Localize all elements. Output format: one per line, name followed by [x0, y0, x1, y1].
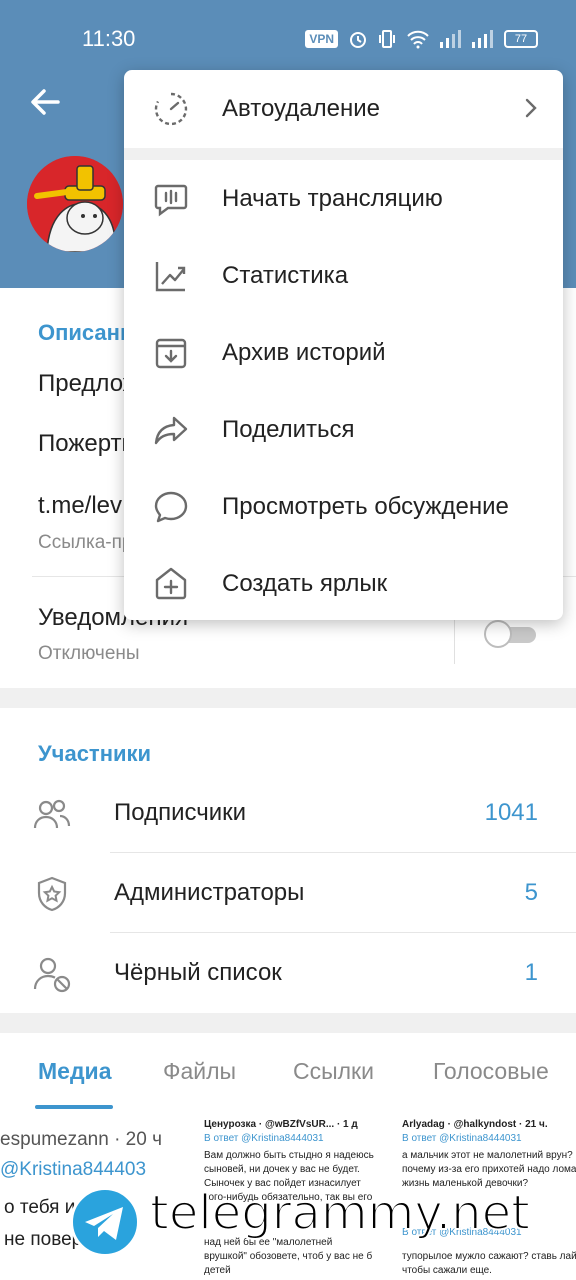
administrators-row[interactable]: Администраторы 5 [0, 852, 576, 932]
chevron-right-icon [525, 98, 537, 118]
thumb-text: В ответ @Kristina8444031 [402, 1133, 522, 1144]
stories-archive-icon [155, 338, 187, 369]
thumb-text: espumezann · 20 ч [0, 1129, 162, 1150]
menu-item-start-stream[interactable]: Начать трансляцию [124, 160, 563, 237]
blocked-user-icon [33, 957, 71, 993]
blacklist-label: Чёрный список [114, 959, 282, 986]
menu-item-label: Начать трансляцию [222, 185, 443, 212]
menu-item-label: Поделиться [222, 416, 355, 443]
blacklist-count: 1 [524, 959, 538, 986]
alarm-icon [350, 32, 366, 48]
thumb-text: о тебя и [4, 1197, 76, 1218]
menu-item-create-shortcut[interactable]: Создать ярлык [124, 545, 563, 620]
shortcut-icon [155, 567, 187, 600]
menu-item-statistics[interactable]: Статистика [124, 237, 563, 314]
notifications-value: Отключены [38, 643, 140, 664]
menu-item-share[interactable]: Поделиться [124, 391, 563, 468]
tab-files[interactable]: Файлы [163, 1058, 236, 1085]
discussion-icon [154, 491, 188, 523]
menu-item-label: Просмотреть обсуждение [222, 493, 509, 520]
thumb-text: детей [204, 1265, 231, 1276]
wifi-icon [407, 30, 429, 49]
menu-item-stories-archive[interactable]: Архив историй [124, 314, 563, 391]
channel-avatar[interactable] [27, 156, 123, 252]
thumb-text: Вам должно быть стыдно я надеюсь [204, 1150, 374, 1161]
share-icon [154, 416, 188, 445]
menu-item-label: Автоудаление [222, 95, 380, 122]
status-time: 11:30 [82, 26, 136, 51]
thumb-text: @Kristina844403 [0, 1159, 147, 1180]
menu-item-label: Архив историй [222, 339, 386, 366]
auto-delete-timer-icon [154, 92, 188, 126]
menu-item-label: Статистика [222, 262, 349, 289]
thumb-text: почему из-за его прихотей надо лома [402, 1164, 576, 1175]
channel-options-menu: Автоудаление Начать трансляцию Статистик… [124, 70, 563, 620]
back-arrow-icon[interactable] [28, 85, 62, 119]
administrators-count: 5 [524, 879, 538, 906]
tab-voice[interactable]: Голосовые [433, 1058, 549, 1085]
live-stream-icon [154, 184, 188, 217]
toggle-knob [484, 620, 512, 648]
vpn-badge: VPN [305, 30, 338, 48]
thumb-text: В ответ @Kristina8444031 [204, 1133, 324, 1144]
tab-media[interactable]: Медиа [38, 1058, 111, 1085]
thumb-text: Ценурозка · @wBZfVsUR... · 1 д [204, 1119, 358, 1130]
active-tab-indicator [35, 1105, 113, 1109]
people-icon [33, 799, 71, 829]
tab-links[interactable]: Ссылки [293, 1058, 374, 1085]
subscribers-row[interactable]: Подписчики 1041 [0, 772, 576, 852]
statistics-icon [155, 262, 186, 292]
avatar-image [27, 156, 123, 252]
notifications-toggle[interactable] [484, 620, 538, 648]
thumb-text: а мальчик этот не малолетний врун? [402, 1150, 573, 1161]
menu-separator [124, 148, 563, 160]
administrators-label: Администраторы [114, 879, 305, 906]
menu-item-view-discussion[interactable]: Просмотреть обсуждение [124, 468, 563, 545]
status-icons: VPN 77 [305, 28, 538, 50]
members-title: Участники [38, 741, 152, 766]
subscribers-count: 1041 [484, 799, 538, 826]
blacklist-row[interactable]: Чёрный список 1 [0, 932, 576, 1012]
invite-link[interactable]: t.me/lev [38, 492, 122, 520]
signal-icon-2 [472, 30, 493, 48]
telegram-logo-icon [70, 1187, 140, 1257]
subscribers-label: Подписчики [114, 799, 247, 826]
watermark-text: telegrammy.net [149, 1184, 531, 1242]
watermark: telegrammy.net [70, 1184, 570, 1265]
menu-item-label: Создать ярлык [222, 570, 388, 597]
status-bar: 11:30 VPN 77 [0, 0, 576, 78]
thumb-text: сыновей, ни дочек у вас не будет. [204, 1164, 360, 1175]
thumb-text: чтобы сажали еще. [402, 1265, 492, 1276]
thumb-text: Arlyadag · @halkyndost · 21 ч. [402, 1119, 548, 1130]
admin-shield-icon [37, 876, 67, 912]
battery-indicator: 77 [504, 30, 538, 48]
menu-item-auto-delete[interactable]: Автоудаление [124, 70, 563, 147]
vibrate-icon [379, 30, 395, 48]
signal-icon [440, 30, 461, 48]
